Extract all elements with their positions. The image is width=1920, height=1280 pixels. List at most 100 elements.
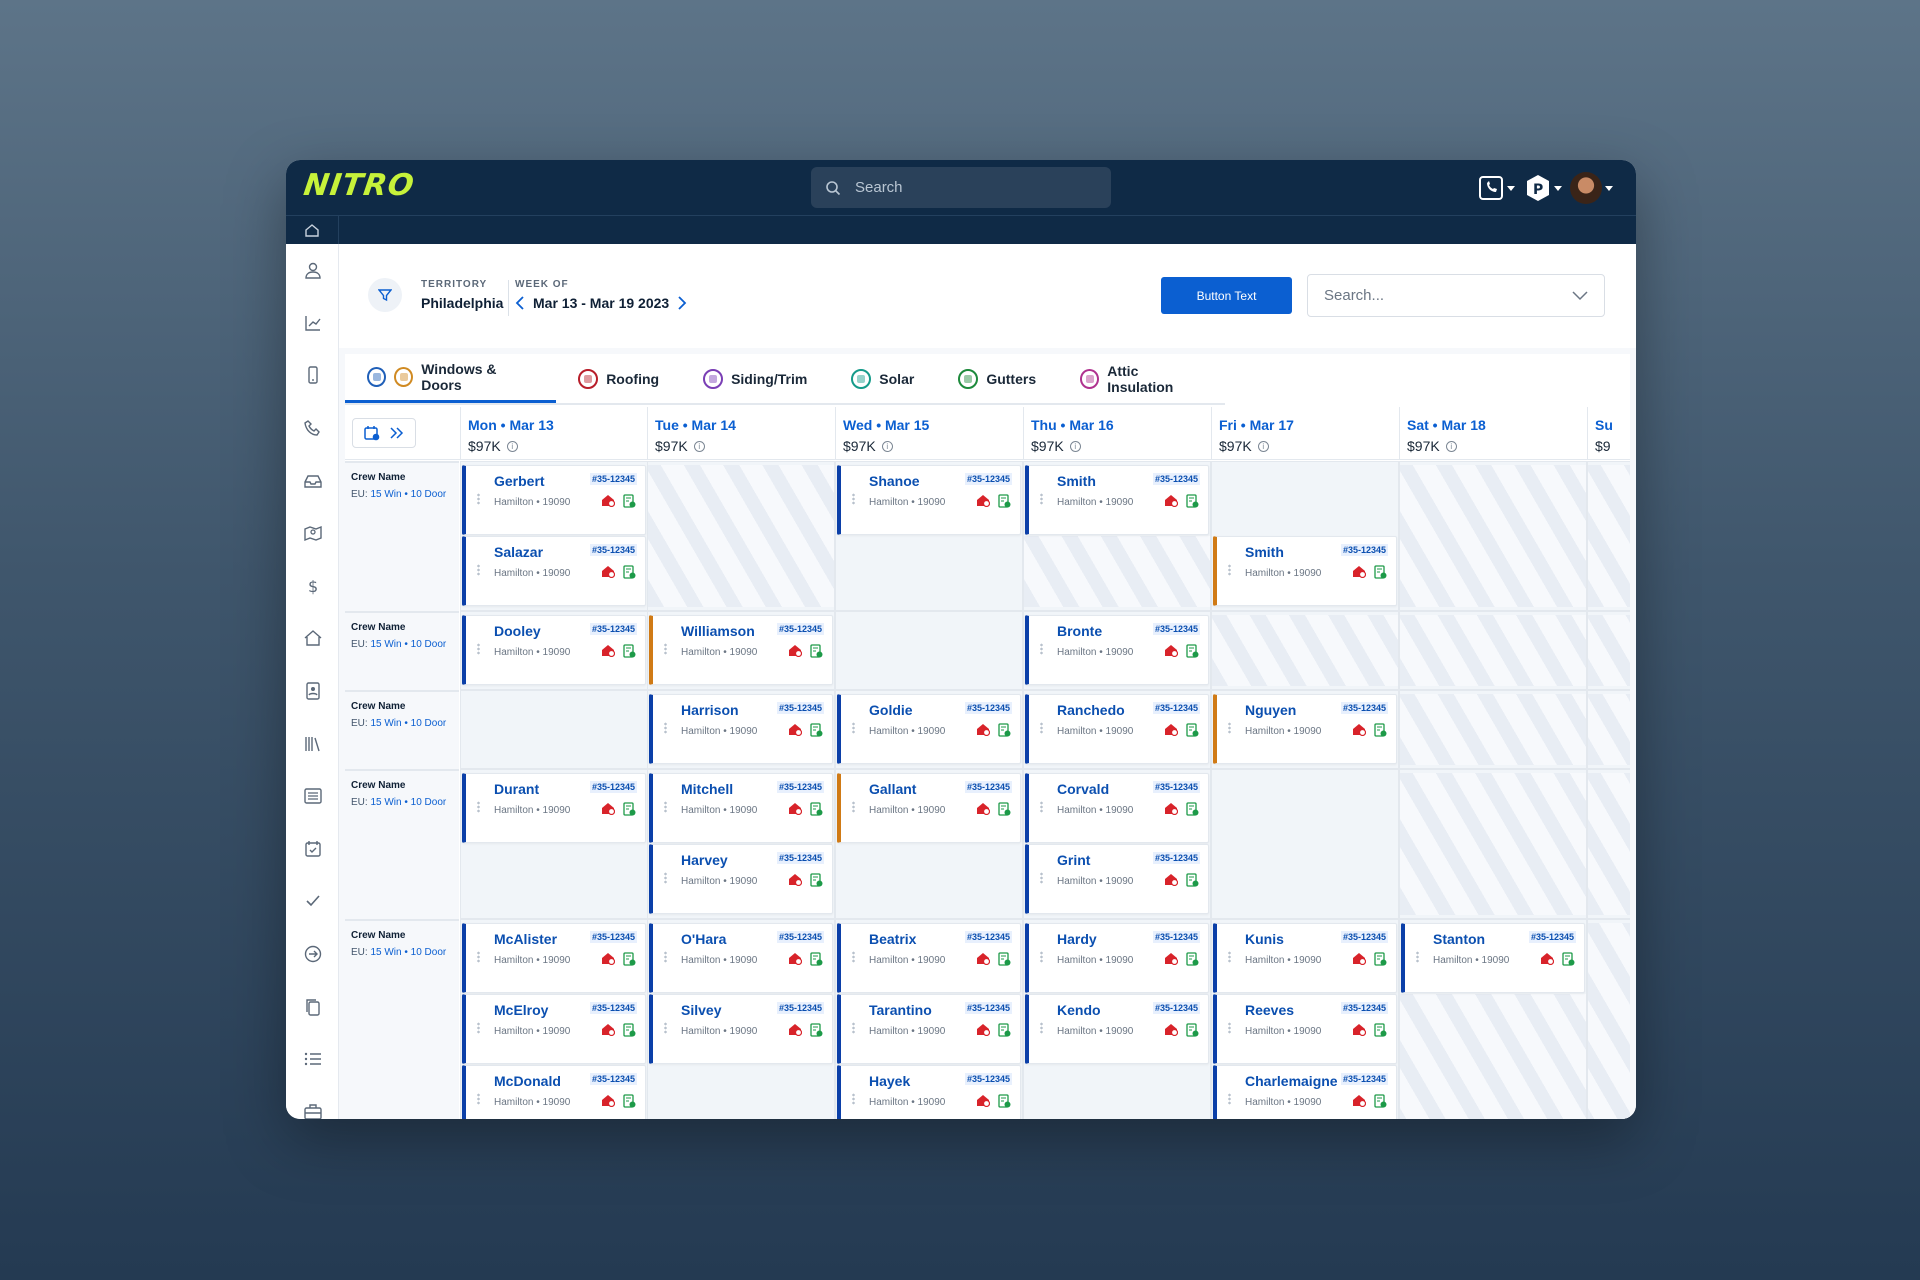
tab-0[interactable]: Windows & Doors (345, 354, 557, 403)
drag-handle-icon[interactable] (663, 872, 668, 884)
drag-handle-icon[interactable] (1227, 722, 1232, 734)
drag-handle-icon[interactable] (1039, 722, 1044, 734)
house-alert-icon[interactable] (1164, 644, 1179, 662)
sidebar-item-copies[interactable] (286, 980, 339, 1033)
sidebar-item-calls[interactable] (286, 402, 339, 455)
job-card[interactable]: Salazar #35-12345 Hamilton • 19090 (462, 536, 646, 606)
house-alert-icon[interactable] (976, 802, 991, 820)
house-alert-icon[interactable] (788, 952, 803, 970)
user-menu[interactable] (1570, 172, 1613, 204)
job-card[interactable]: Harrison #35-12345 Hamilton • 19090 (649, 694, 833, 764)
document-status-icon[interactable] (1374, 1023, 1387, 1042)
house-alert-icon[interactable] (976, 1094, 991, 1112)
job-card[interactable]: Dooley #35-12345 Hamilton • 19090 (462, 615, 646, 685)
house-alert-icon[interactable] (1352, 723, 1367, 741)
drag-handle-icon[interactable] (851, 722, 856, 734)
info-icon[interactable]: i (1069, 440, 1081, 452)
document-status-icon[interactable] (810, 952, 823, 971)
drag-handle-icon[interactable] (663, 951, 668, 963)
sidebar-item-finance[interactable]: $ (286, 560, 339, 613)
crew-label[interactable]: Crew Name EU: 15 Win • 10 Door (345, 769, 459, 919)
house-alert-icon[interactable] (788, 873, 803, 891)
drag-handle-icon[interactable] (1415, 951, 1420, 963)
sidebar-item-map[interactable] (286, 507, 339, 560)
sidebar-item-library[interactable] (286, 717, 339, 770)
sidebar-item-bullets[interactable] (286, 1033, 339, 1086)
drag-handle-icon[interactable] (851, 1022, 856, 1034)
job-card[interactable]: Reeves #35-12345 Hamilton • 19090 (1213, 994, 1397, 1064)
house-alert-icon[interactable] (1352, 952, 1367, 970)
sidebar-item-tasks[interactable] (286, 875, 339, 928)
document-status-icon[interactable] (1374, 1094, 1387, 1113)
tab-1[interactable]: Roofing (556, 354, 681, 403)
house-alert-icon[interactable] (601, 1094, 616, 1112)
schedule-cell[interactable] (1211, 769, 1399, 919)
house-alert-icon[interactable] (1164, 1023, 1179, 1041)
sidebar-item-jobs[interactable] (286, 1086, 339, 1119)
chevron-left-icon[interactable] (515, 296, 525, 310)
drag-handle-icon[interactable] (1039, 801, 1044, 813)
drag-handle-icon[interactable] (1227, 1022, 1232, 1034)
document-status-icon[interactable] (1374, 723, 1387, 742)
house-alert-icon[interactable] (788, 644, 803, 662)
sidebar-item-schedule[interactable] (286, 823, 339, 876)
drag-handle-icon[interactable] (476, 801, 481, 813)
house-alert-icon[interactable] (601, 494, 616, 512)
drag-handle-icon[interactable] (1039, 872, 1044, 884)
job-card[interactable]: Stanton #35-12345 Hamilton • 19090 (1401, 923, 1585, 993)
job-card[interactable]: Mitchell #35-12345 Hamilton • 19090 (649, 773, 833, 843)
info-icon[interactable]: i (881, 440, 893, 452)
document-status-icon[interactable] (998, 723, 1011, 742)
tab-5[interactable]: Attic Insulation (1058, 354, 1225, 403)
drag-handle-icon[interactable] (663, 722, 668, 734)
job-card[interactable]: Corvald #35-12345 Hamilton • 19090 (1025, 773, 1209, 843)
house-alert-icon[interactable] (601, 565, 616, 583)
nitro-logo[interactable]: NITRO (302, 168, 417, 203)
job-card[interactable]: Harvey #35-12345 Hamilton • 19090 (649, 844, 833, 914)
house-alert-icon[interactable] (1352, 1094, 1367, 1112)
job-card[interactable]: Silvey #35-12345 Hamilton • 19090 (649, 994, 833, 1064)
document-status-icon[interactable] (1562, 952, 1575, 971)
job-card[interactable]: Kunis #35-12345 Hamilton • 19090 (1213, 923, 1397, 993)
product-menu[interactable]: P (1525, 172, 1562, 204)
drag-handle-icon[interactable] (1039, 643, 1044, 655)
job-card[interactable]: Bronte #35-12345 Hamilton • 19090 (1025, 615, 1209, 685)
job-card[interactable]: Ranchedo #35-12345 Hamilton • 19090 (1025, 694, 1209, 764)
info-icon[interactable]: i (693, 440, 705, 452)
job-card[interactable]: Nguyen #35-12345 Hamilton • 19090 (1213, 694, 1397, 764)
job-card[interactable]: Gerbert #35-12345 Hamilton • 19090 (462, 465, 646, 535)
job-card[interactable]: Grint #35-12345 Hamilton • 19090 (1025, 844, 1209, 914)
tab-4[interactable]: Gutters (936, 354, 1058, 403)
phone-menu[interactable] (1478, 172, 1515, 204)
house-alert-icon[interactable] (601, 1023, 616, 1041)
house-alert-icon[interactable] (1164, 494, 1179, 512)
document-status-icon[interactable] (810, 723, 823, 742)
document-status-icon[interactable] (623, 952, 636, 971)
house-alert-icon[interactable] (976, 952, 991, 970)
drag-handle-icon[interactable] (1227, 1093, 1232, 1105)
drag-handle-icon[interactable] (851, 1093, 856, 1105)
job-card[interactable]: Smith #35-12345 Hamilton • 19090 (1025, 465, 1209, 535)
house-alert-icon[interactable] (976, 723, 991, 741)
document-status-icon[interactable] (1186, 494, 1199, 513)
job-card[interactable]: Tarantino #35-12345 Hamilton • 19090 (837, 994, 1021, 1064)
drag-handle-icon[interactable] (851, 801, 856, 813)
document-status-icon[interactable] (1374, 952, 1387, 971)
document-status-icon[interactable] (1374, 565, 1387, 584)
document-status-icon[interactable] (998, 952, 1011, 971)
drag-handle-icon[interactable] (1227, 564, 1232, 576)
search-input[interactable] (855, 179, 1075, 196)
drag-handle-icon[interactable] (1227, 951, 1232, 963)
home-nav[interactable] (286, 215, 339, 244)
job-card[interactable]: Goldie #35-12345 Hamilton • 19090 (837, 694, 1021, 764)
job-card[interactable]: Hayek #35-12345 Hamilton • 19090 (837, 1065, 1021, 1119)
house-alert-icon[interactable] (1164, 952, 1179, 970)
job-card[interactable]: Williamson #35-12345 Hamilton • 19090 (649, 615, 833, 685)
house-alert-icon[interactable] (976, 1023, 991, 1041)
document-status-icon[interactable] (998, 1094, 1011, 1113)
job-card[interactable]: Charlemaigne #35-12345 Hamilton • 19090 (1213, 1065, 1397, 1119)
drag-handle-icon[interactable] (1039, 493, 1044, 505)
house-alert-icon[interactable] (788, 1023, 803, 1041)
house-alert-icon[interactable] (1352, 565, 1367, 583)
document-status-icon[interactable] (623, 802, 636, 821)
